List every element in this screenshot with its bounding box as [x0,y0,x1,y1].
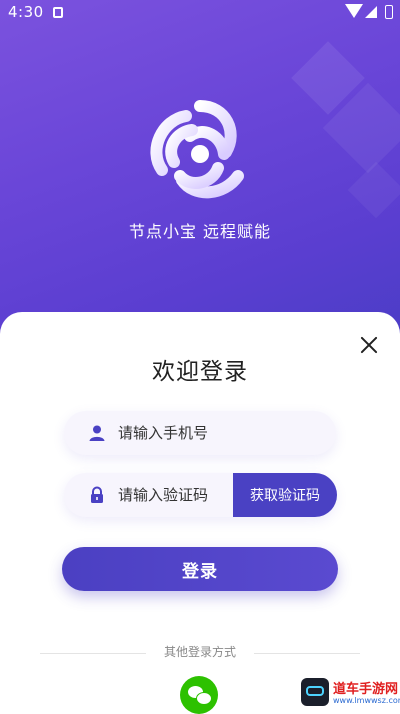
watermark: 道车手游网 www.lmwwsz.com [299,678,400,711]
login-button[interactable]: 登录 [62,547,338,591]
wifi-icon [345,4,363,18]
decorative-square [347,161,400,219]
status-bar: 4:30 [0,0,400,26]
get-code-button[interactable]: 获取验证码 [233,473,337,517]
battery-icon [385,5,393,19]
app-slogan: 节点小宝 远程赋能 [128,222,272,241]
other-login-label: 其他登录方式 [163,645,236,659]
divider-right [254,653,360,654]
wechat-icon-bubble [196,692,212,705]
page-title: 欢迎登录 [152,359,248,385]
phone-input[interactable] [118,411,328,455]
signal-icon [365,6,377,18]
phone-field [64,411,336,455]
wechat-login-button[interactable] [180,676,218,714]
hero-banner: 4:30 节点小宝 远程赋能 [0,0,400,340]
sim-card-icon [53,7,63,18]
lock-icon [91,486,103,503]
watermark-url: www.lmwwsz.com [333,696,400,705]
status-time: 4:30 [8,3,44,21]
watermark-text: 道车手游网 [333,682,399,697]
watermark-car-icon [301,678,329,706]
user-icon [89,425,105,441]
app-logo-icon [150,100,244,199]
